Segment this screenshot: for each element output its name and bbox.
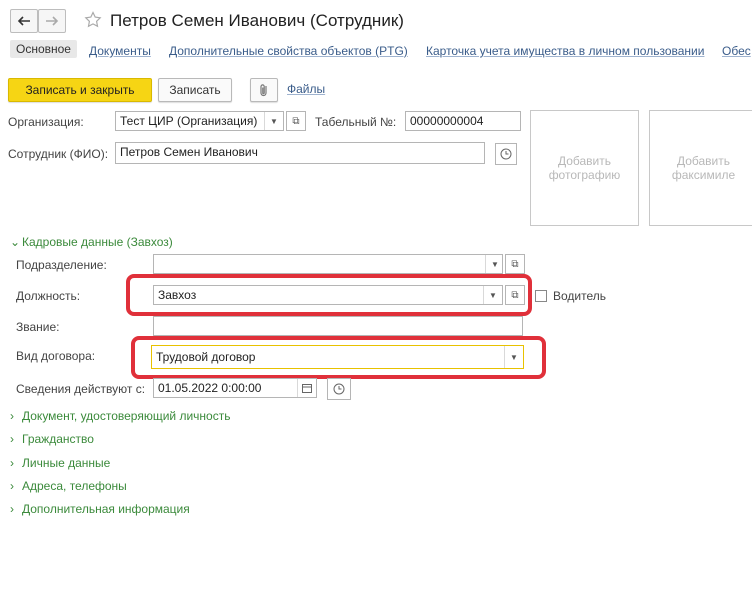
- chevron-right-icon: ›: [10, 456, 14, 470]
- valid-from-field[interactable]: 01.05.2022 0:00:00: [153, 378, 317, 398]
- chevron-right-icon: ›: [10, 502, 14, 516]
- position-label: Должность:: [16, 289, 81, 303]
- chevron-right-icon: ›: [10, 432, 14, 446]
- organization-value: Тест ЦИР (Организация): [120, 114, 258, 128]
- calendar-icon[interactable]: [297, 379, 316, 397]
- chevron-right-icon: ›: [10, 409, 14, 423]
- tab-documents[interactable]: Документы: [89, 44, 151, 58]
- open-window-icon: ⧉: [292, 115, 300, 127]
- contract-type-label: Вид договора:: [16, 349, 96, 363]
- highlight-contract-type: [131, 336, 546, 379]
- open-organization-button[interactable]: ⧉: [286, 111, 306, 131]
- chevron-down-icon[interactable]: ▼: [485, 255, 504, 273]
- history-button[interactable]: [495, 143, 517, 165]
- rank-field[interactable]: [153, 316, 523, 336]
- rank-label: Звание:: [16, 320, 60, 334]
- section-identity-document[interactable]: › Документ, удостоверяющий личность: [10, 409, 230, 423]
- driver-label: Водитель: [553, 289, 607, 303]
- highlight-position: [126, 274, 532, 316]
- tab-number-field[interactable]: 00000000004: [405, 111, 521, 131]
- department-field[interactable]: [153, 254, 503, 274]
- section-additional-info[interactable]: › Дополнительная информация: [10, 502, 190, 516]
- open-department-button[interactable]: ⧉: [505, 254, 525, 274]
- add-photo-box[interactable]: Добавить фотографию: [530, 110, 639, 226]
- department-label: Подразделение:: [16, 258, 107, 272]
- chevron-right-icon: ›: [10, 479, 14, 493]
- section-hr-title: Кадровые данные (Завхоз): [22, 235, 173, 249]
- tab-main[interactable]: Основное: [10, 40, 77, 58]
- arrow-left-icon: [17, 16, 30, 26]
- favorite-star-icon[interactable]: [84, 11, 102, 32]
- open-window-icon: ⧉: [511, 258, 519, 270]
- save-and-close-button[interactable]: Записать и закрыть: [8, 78, 152, 102]
- add-facsimile-box[interactable]: Добавить факсимиле: [649, 110, 752, 226]
- clock-icon: [333, 383, 345, 395]
- files-link[interactable]: Файлы: [287, 82, 325, 96]
- employee-name-label: Сотрудник (ФИО):: [8, 147, 109, 161]
- tab-extra-properties[interactable]: Дополнительные свойства объектов (PTG): [169, 44, 408, 58]
- valid-from-value: 01.05.2022 0:00:00: [158, 381, 262, 395]
- paperclip-icon: [260, 84, 267, 97]
- section-personal-data[interactable]: › Личные данные: [10, 456, 110, 470]
- tab-more[interactable]: Обес: [722, 44, 751, 58]
- forward-button[interactable]: [38, 9, 66, 33]
- chevron-down-icon[interactable]: ▼: [264, 112, 283, 130]
- organization-label: Организация:: [8, 115, 84, 129]
- valid-from-history-button[interactable]: [327, 378, 351, 400]
- organization-field[interactable]: Тест ЦИР (Организация) ▼: [115, 111, 284, 131]
- back-button[interactable]: [10, 9, 38, 33]
- chevron-down-icon: ⌄: [10, 235, 21, 249]
- valid-from-label: Сведения действуют с:: [16, 382, 146, 396]
- employee-name-field[interactable]: Петров Семен Иванович: [115, 142, 485, 164]
- attach-button[interactable]: [250, 78, 278, 102]
- clock-icon: [500, 148, 512, 160]
- tab-number-label: Табельный №:: [315, 115, 397, 129]
- driver-checkbox[interactable]: [535, 290, 547, 302]
- section-citizenship[interactable]: › Гражданство: [10, 432, 94, 446]
- section-addresses-phones[interactable]: › Адреса, телефоны: [10, 479, 127, 493]
- arrow-right-icon: [46, 16, 59, 26]
- page-title: Петров Семен Иванович (Сотрудник): [110, 11, 404, 30]
- section-hr-data[interactable]: ⌄ Кадровые данные (Завхоз): [10, 235, 173, 249]
- save-button[interactable]: Записать: [158, 78, 232, 102]
- tab-property-card[interactable]: Карточка учета имущества в личном пользо…: [426, 44, 704, 58]
